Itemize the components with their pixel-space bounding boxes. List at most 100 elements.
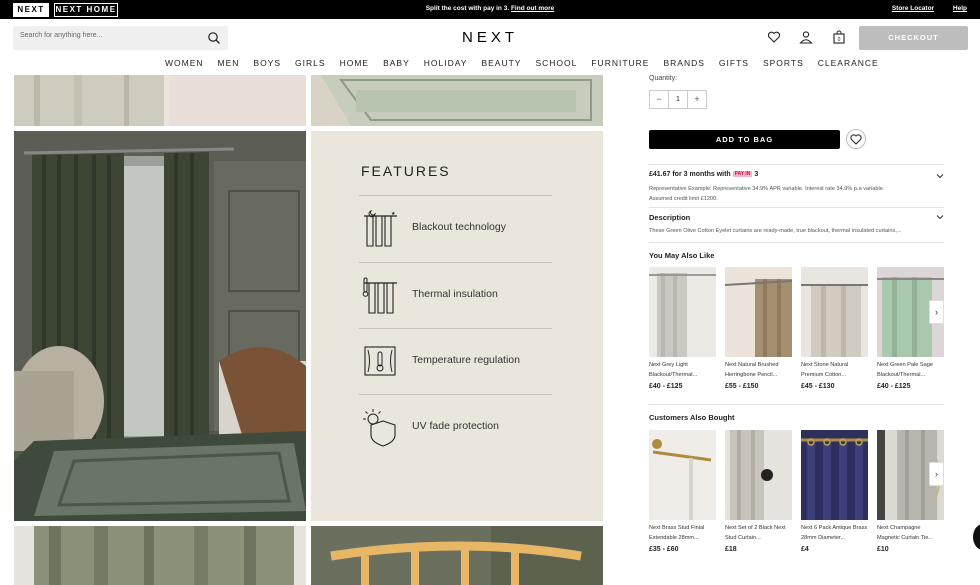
quantity-increase-button[interactable]: + xyxy=(688,91,706,108)
pay-representative-text: Representative Example: Representative 3… xyxy=(649,186,885,192)
nav-item-men[interactable]: MEN xyxy=(218,58,240,68)
carousel-next-button[interactable]: › xyxy=(929,300,944,324)
product-price: £35 - £60 xyxy=(649,546,679,553)
divider xyxy=(649,404,944,405)
rug-image-top-right[interactable] xyxy=(311,75,603,126)
divider xyxy=(359,328,552,329)
rug-photo xyxy=(311,75,603,126)
chevron-right-icon: › xyxy=(935,307,938,317)
quantity-input[interactable]: 1 xyxy=(668,91,688,108)
feature-label: Blackout technology xyxy=(412,221,506,233)
feature-blackout: ★ Blackout technology xyxy=(359,206,552,250)
help-link[interactable]: Help xyxy=(953,5,967,12)
nav-item-baby[interactable]: BABY xyxy=(383,58,410,68)
you-may-also-like-title: You May Also Like xyxy=(649,251,715,260)
chevron-right-icon: › xyxy=(935,469,938,479)
product-name[interactable]: Next Grey Light Blackout/Thermal... xyxy=(649,360,716,380)
product-name[interactable]: Next Green Pale Sage Blackout/Thermal... xyxy=(877,360,944,380)
pay-credit-text: Assumed credit limit £1200. xyxy=(649,196,718,202)
top-links: Store Locator Help xyxy=(875,5,967,12)
main-nav: WOMEN MEN BOYS GIRLS HOME BABY HOLIDAY BEAUTY SC… xyxy=(165,58,893,68)
nav-item-beauty[interactable]: BEAUTY xyxy=(481,58,521,68)
feature-label: Thermal insulation xyxy=(412,288,498,300)
nav-item-clearance[interactable]: CLEARANCE xyxy=(818,58,879,68)
recommended-product[interactable]: Next Green Pale Sage Blackout/Thermal...… xyxy=(877,267,944,390)
curtain-chair-image[interactable] xyxy=(311,526,603,585)
divider xyxy=(359,195,552,196)
pay-in-3-title[interactable]: £41.67 for 3 months with PAY IN 3 xyxy=(649,171,758,178)
product-price: £45 - £130 xyxy=(801,383,835,390)
product-name[interactable]: Next Set of 2 Black Next Stud Curtain... xyxy=(725,523,792,543)
blackout-icon: ★ xyxy=(364,209,397,247)
product-image xyxy=(725,267,792,357)
product-name[interactable]: Next Natural Brushed Herringbone Pencil.… xyxy=(725,360,792,380)
nav-item-holiday[interactable]: HOLIDAY xyxy=(424,58,468,68)
curtain-photo xyxy=(14,75,306,126)
curtain-closeup-photo xyxy=(14,526,306,585)
nav-item-school[interactable]: SCHOOL xyxy=(535,58,577,68)
quantity-decrease-button[interactable]: − xyxy=(650,91,668,108)
curtain-room-photo xyxy=(14,131,306,521)
heart-icon xyxy=(850,134,862,145)
description-title[interactable]: Description xyxy=(649,213,690,222)
pay-in-3-text: £41.67 for 3 months with xyxy=(649,171,731,178)
feature-thermal: Thermal insulation xyxy=(359,273,552,317)
feature-label: UV fade protection xyxy=(412,420,499,432)
add-to-bag-button[interactable]: ADD TO BAG xyxy=(649,130,840,149)
divider xyxy=(359,394,552,395)
carousel-next-button[interactable]: › xyxy=(929,462,944,486)
product-name[interactable]: Next 6 Pack Antique Brass 28mm Diameter.… xyxy=(801,523,868,543)
recommended-product[interactable]: Next Grey Light Blackout/Thermal... £40 … xyxy=(649,267,716,390)
product-image xyxy=(649,267,716,357)
feature-uv: UV fade protection xyxy=(359,405,552,449)
nav-item-boys[interactable]: BOYS xyxy=(253,58,281,68)
nav-item-girls[interactable]: GIRLS xyxy=(295,58,326,68)
recommended-product[interactable]: Next Natural Brushed Herringbone Pencil.… xyxy=(725,267,792,390)
heart-icon[interactable] xyxy=(767,30,781,44)
checkout-button[interactable]: CHECKOUT xyxy=(859,26,968,50)
also-bought-product[interactable]: Next 6 Pack Antique Brass 28mm Diameter.… xyxy=(801,430,868,553)
uv-icon xyxy=(363,409,396,447)
product-price: £18 xyxy=(725,546,737,553)
store-locator-link[interactable]: Store Locator xyxy=(892,5,934,12)
product-name[interactable]: Next Champagne Magnetic Curtain Tie... xyxy=(877,523,944,543)
svg-text:★: ★ xyxy=(391,211,396,217)
recommended-product[interactable]: Next Stone Natural Premium Cotton... £45… xyxy=(801,267,868,390)
product-name[interactable]: Next Stone Natural Premium Cotton... xyxy=(801,360,868,380)
divider xyxy=(649,164,944,165)
product-image xyxy=(801,430,868,520)
product-price: £4 xyxy=(801,546,809,553)
nav-item-furniture[interactable]: FURNITURE xyxy=(591,58,649,68)
chevron-down-icon[interactable] xyxy=(936,213,944,221)
pay-in-3-badge: PAY IN xyxy=(732,171,753,178)
product-price: £40 - £125 xyxy=(649,383,683,390)
chat-icon[interactable] xyxy=(973,524,980,550)
product-image xyxy=(725,430,792,520)
divider xyxy=(359,262,552,263)
also-bought-product[interactable]: Next Set of 2 Black Next Stud Curtain...… xyxy=(725,430,792,553)
svg-text:0: 0 xyxy=(838,37,841,43)
curtain-main-image[interactable] xyxy=(14,131,306,521)
features-panel: FEATURES ★ Blackout technology Thermal i… xyxy=(311,131,603,521)
chevron-down-icon[interactable] xyxy=(936,172,944,180)
product-price: £55 - £150 xyxy=(725,383,759,390)
product-name[interactable]: Next Brass Stud Finial Extendable 28mm..… xyxy=(649,523,716,543)
divider xyxy=(649,207,944,208)
feature-label: Temperature regulation xyxy=(412,354,520,366)
also-bought-product[interactable]: Next Brass Stud Finial Extendable 28mm..… xyxy=(649,430,716,553)
curtain-image-top-left[interactable] xyxy=(14,75,306,126)
curtain-image-bottom-left[interactable] xyxy=(14,526,306,585)
feature-temperature: Temperature regulation xyxy=(359,339,552,383)
product-price: £40 - £125 xyxy=(877,383,911,390)
bag-icon[interactable]: 0 xyxy=(832,30,846,44)
nav-item-brands[interactable]: BRANDS xyxy=(663,58,704,68)
nav-item-women[interactable]: WOMEN xyxy=(165,58,204,68)
promo-link[interactable]: Find out more xyxy=(511,5,554,12)
add-to-favourites-button[interactable] xyxy=(846,129,866,149)
temperature-icon xyxy=(364,346,396,376)
nav-item-home[interactable]: HOME xyxy=(340,58,370,68)
account-icon[interactable] xyxy=(799,30,813,44)
nav-item-gifts[interactable]: GIFTS xyxy=(719,58,749,68)
nav-item-sports[interactable]: SPORTS xyxy=(763,58,804,68)
also-bought-product[interactable]: Next Champagne Magnetic Curtain Tie... £… xyxy=(877,430,944,553)
